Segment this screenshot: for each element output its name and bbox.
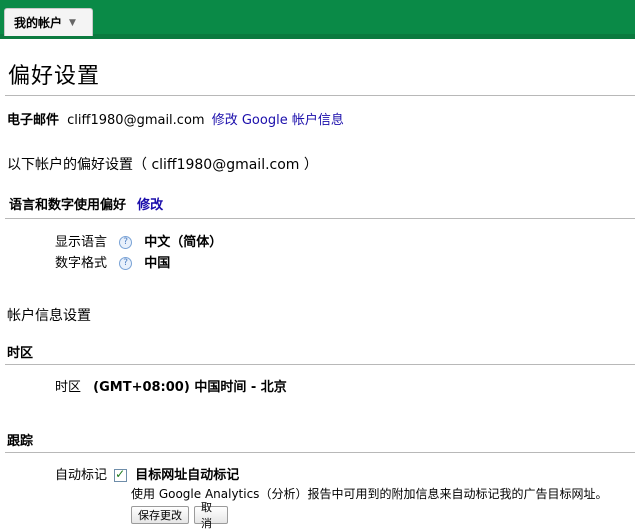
help-icon[interactable]: ? — [119, 257, 133, 270]
page-title: 偏好设置 — [8, 64, 101, 89]
tab-label: 我的帐户 — [14, 16, 63, 30]
edit-google-account-link[interactable]: 修改 Google 帐户信息 — [212, 113, 344, 128]
divider — [5, 218, 635, 219]
timezone-value: (GMT+08:00) 中国时间 - 北京 — [93, 380, 287, 395]
divider — [5, 95, 635, 96]
auto-tagging-row: 自动标记 目标网址自动标记 — [55, 464, 239, 483]
timezone-section-title: 时区 — [7, 346, 34, 361]
lang-edit-link[interactable]: 修改 — [137, 198, 163, 213]
display-language-label: 显示语言 — [55, 235, 108, 250]
number-format-row: 数字格式 ? 中国 — [55, 252, 170, 271]
timezone-label: 时区 — [55, 380, 82, 395]
email-label: 电子邮件 — [7, 113, 60, 128]
divider — [5, 364, 635, 365]
display-language-value: 中文（简体） — [144, 235, 223, 250]
email-row: 电子邮件 cliff1980@gmail.com 修改 Google 帐户信息 — [7, 109, 344, 128]
display-language-row: 显示语言 ? 中文（简体） — [55, 231, 222, 250]
lang-section-header: 语言和数字使用偏好 修改 — [9, 194, 163, 213]
tracking-section-title: 跟踪 — [7, 434, 34, 449]
number-format-value: 中国 — [144, 256, 171, 271]
cancel-button[interactable]: 取消 — [194, 501, 228, 530]
number-format-label: 数字格式 — [55, 256, 108, 271]
divider — [5, 452, 635, 453]
chevron-down-icon[interactable]: ▼ — [69, 18, 76, 28]
tab-my-account[interactable]: 我的帐户 ▼ — [4, 8, 93, 36]
account-settings-title: 帐户信息设置 — [7, 308, 91, 324]
lang-section-title: 语言和数字使用偏好 — [9, 198, 127, 213]
email-value: cliff1980@gmail.com — [67, 113, 205, 128]
auto-tagging-checkbox-label: 目标网址自动标记 — [135, 468, 240, 483]
timezone-row: 时区 (GMT+08:00) 中国时间 - 北京 — [55, 376, 287, 395]
auto-tagging-label: 自动标记 — [55, 468, 108, 483]
auto-tagging-checkbox[interactable] — [114, 467, 128, 482]
prefs-for-text: 以下帐户的偏好设置（ cliff1980@gmail.com ） — [7, 157, 318, 173]
help-icon[interactable]: ? — [119, 236, 133, 249]
save-button[interactable]: 保存更改 — [131, 506, 189, 524]
top-bar: 我的帐户 ▼ — [0, 0, 635, 39]
